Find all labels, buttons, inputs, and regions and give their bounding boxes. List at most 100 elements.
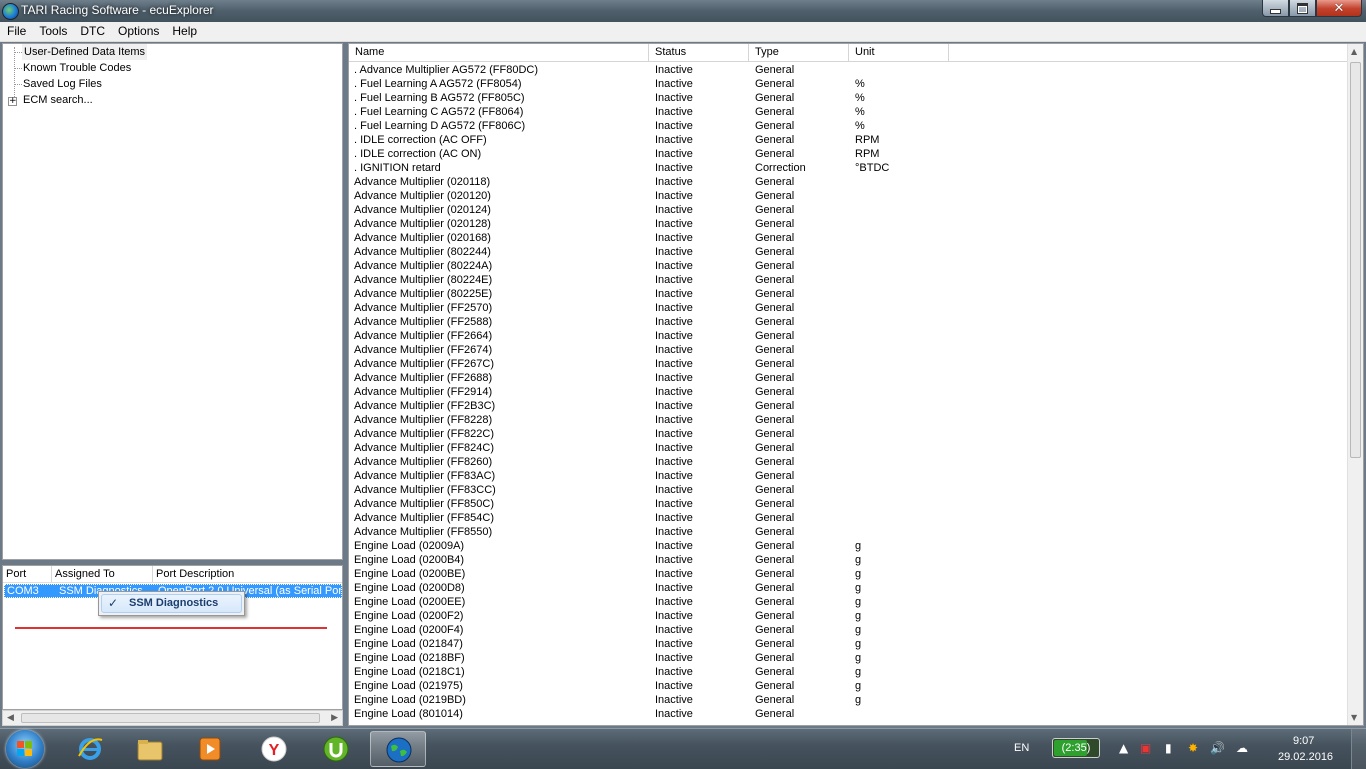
show-desktop-button[interactable] bbox=[1351, 729, 1366, 769]
table-row[interactable]: Advance Multiplier (020124) Inactive Gener… bbox=[349, 203, 1349, 217]
scroll-right-icon[interactable]: ▶ bbox=[331, 713, 338, 723]
language-indicator[interactable]: EN bbox=[1014, 742, 1029, 754]
clock-time[interactable]: 9:07 bbox=[1293, 735, 1314, 747]
start-orb-icon[interactable] bbox=[6, 730, 44, 768]
maximize-button[interactable] bbox=[1289, 0, 1316, 17]
data-items-list[interactable]: Name Status Type Unit . Advance Multipli… bbox=[348, 43, 1364, 726]
unit-cell: g bbox=[855, 624, 862, 636]
tree-item-known-trouble-codes[interactable]: Known Trouble Codes bbox=[23, 60, 131, 76]
table-row[interactable]: Engine Load (0219BD) Inactive General g bbox=[349, 693, 1349, 707]
taskbar-ecuexplorer[interactable] bbox=[370, 731, 426, 767]
table-row[interactable]: Engine Load (02009A) Inactive General g bbox=[349, 539, 1349, 553]
battery-indicator[interactable]: (2:35) bbox=[1052, 738, 1100, 758]
table-row[interactable]: Advance Multiplier (FF850C) Inactive Gener… bbox=[349, 497, 1349, 511]
table-row[interactable]: Advance Multiplier (80224E) Inactive Gener… bbox=[349, 273, 1349, 287]
title-bar[interactable]: TARI Racing Software - ecuExplorer ✕ bbox=[0, 0, 1366, 22]
table-row[interactable]: Advance Multiplier (020168) Inactive Gener… bbox=[349, 231, 1349, 245]
table-row[interactable]: Advance Multiplier (020128) Inactive Gener… bbox=[349, 217, 1349, 231]
table-row[interactable]: Advance Multiplier (FF2674) Inactive Gener… bbox=[349, 343, 1349, 357]
table-row[interactable]: Engine Load (801014) Inactive General bbox=[349, 707, 1349, 721]
table-row[interactable]: Engine Load (0200F2) Inactive General g bbox=[349, 609, 1349, 623]
clock-date[interactable]: 29.02.2016 bbox=[1278, 751, 1333, 763]
close-button[interactable]: ✕ bbox=[1316, 0, 1362, 17]
table-row[interactable]: Advance Multiplier (FF8228) Inactive Gener… bbox=[349, 413, 1349, 427]
column-header-status[interactable]: Status bbox=[649, 44, 749, 61]
menu-file[interactable]: File bbox=[0, 22, 32, 41]
table-row[interactable]: Advance Multiplier (FF267C) Inactive Gener… bbox=[349, 357, 1349, 371]
column-header-type[interactable]: Type bbox=[749, 44, 849, 61]
taskbar-utorrent[interactable] bbox=[308, 731, 364, 767]
table-row[interactable]: Advance Multiplier (FF2914) Inactive Gener… bbox=[349, 385, 1349, 399]
table-row[interactable]: Advance Multiplier (FF2570) Inactive Gener… bbox=[349, 301, 1349, 315]
action-center-icon[interactable]: ✸ bbox=[1188, 741, 1198, 755]
taskbar-media-player[interactable] bbox=[182, 731, 238, 767]
table-row[interactable]: Engine Load (0218BF) Inactive General g bbox=[349, 651, 1349, 665]
minimize-button[interactable] bbox=[1262, 0, 1289, 17]
scroll-left-icon[interactable]: ◀ bbox=[7, 713, 14, 723]
tree-item-ecm-search[interactable]: ECM search... bbox=[23, 92, 93, 108]
table-row[interactable]: Advance Multiplier (020120) Inactive Gener… bbox=[349, 189, 1349, 203]
network-icon[interactable]: ☁ bbox=[1236, 741, 1248, 755]
show-hidden-icons-icon[interactable]: ▲ bbox=[1119, 741, 1128, 755]
network-disconnected-icon[interactable]: ▣ bbox=[1140, 741, 1151, 755]
taskbar-yandex-browser[interactable]: Y bbox=[246, 731, 302, 767]
table-row[interactable]: . IGNITION retard Inactive Correction °BTDC bbox=[349, 161, 1349, 175]
taskbar-internet-explorer[interactable] bbox=[62, 731, 118, 767]
table-row[interactable]: Advance Multiplier (FF2664) Inactive Gener… bbox=[349, 329, 1349, 343]
table-row[interactable]: Advance Multiplier (80225E) Inactive Gener… bbox=[349, 287, 1349, 301]
table-row[interactable]: . Fuel Learning D AG572 (FF806C) Inactive… bbox=[349, 119, 1349, 133]
scroll-up-icon[interactable]: ▲ bbox=[1351, 47, 1357, 56]
table-row[interactable]: Engine Load (0200B4) Inactive General g bbox=[349, 553, 1349, 567]
table-row[interactable]: Advance Multiplier (FF824C) Inactive Gener… bbox=[349, 441, 1349, 455]
table-row[interactable]: Advance Multiplier (FF8260) Inactive Gener… bbox=[349, 455, 1349, 469]
table-row[interactable]: Engine Load (021975) Inactive General g bbox=[349, 679, 1349, 693]
tree-item-saved-log-files[interactable]: Saved Log Files bbox=[23, 76, 102, 92]
scroll-thumb[interactable] bbox=[1350, 62, 1361, 458]
table-row[interactable]: Engine Load (0218C1) Inactive General g bbox=[349, 665, 1349, 679]
battery-tray-icon[interactable]: ▮ bbox=[1165, 741, 1172, 755]
expand-plus-icon[interactable]: + bbox=[8, 97, 17, 106]
table-row[interactable]: . IDLE correction (AC ON) Inactive General… bbox=[349, 147, 1349, 161]
navigation-tree[interactable]: User-Defined Data Items Known Trouble Co… bbox=[2, 43, 343, 560]
column-header-port[interactable]: Port bbox=[3, 566, 52, 582]
table-row[interactable]: Advance Multiplier (FF822C) Inactive Gener… bbox=[349, 427, 1349, 441]
horizontal-scrollbar[interactable]: ◀ ▶ bbox=[2, 710, 343, 726]
table-row[interactable]: . Advance Multiplier AG572 (FF80DC) Inact… bbox=[349, 63, 1349, 77]
unit-cell: g bbox=[855, 680, 862, 692]
table-row[interactable]: . Fuel Learning C AG572 (FF8064) Inactive… bbox=[349, 105, 1349, 119]
scroll-down-icon[interactable]: ▼ bbox=[1351, 713, 1357, 722]
table-row[interactable]: Engine Load (021847) Inactive General g bbox=[349, 637, 1349, 651]
taskbar-file-explorer[interactable] bbox=[122, 731, 178, 767]
volume-icon[interactable]: 🔊 bbox=[1210, 741, 1225, 755]
port-list[interactable]: Port Assigned To Port Description COM3 S… bbox=[2, 565, 343, 710]
table-row[interactable]: Advance Multiplier (FF83AC) Inactive Gener… bbox=[349, 469, 1349, 483]
table-row[interactable]: Engine Load (0200D8) Inactive General g bbox=[349, 581, 1349, 595]
column-header-unit[interactable]: Unit bbox=[849, 44, 949, 61]
table-row[interactable]: Advance Multiplier (FF854C) Inactive Gener… bbox=[349, 511, 1349, 525]
table-row[interactable]: Advance Multiplier (FF2588) Inactive Gener… bbox=[349, 315, 1349, 329]
table-row[interactable]: Advance Multiplier (80224A) Inactive Gener… bbox=[349, 259, 1349, 273]
table-row[interactable]: Advance Multiplier (FF83CC) Inactive Gener… bbox=[349, 483, 1349, 497]
column-header-name[interactable]: Name bbox=[349, 44, 649, 61]
table-row[interactable]: Advance Multiplier (020118) Inactive Gener… bbox=[349, 175, 1349, 189]
vertical-scrollbar[interactable]: ▲ ▼ bbox=[1347, 44, 1363, 725]
table-row[interactable]: Engine Load (0200EE) Inactive General g bbox=[349, 595, 1349, 609]
menu-tools[interactable]: Tools bbox=[32, 22, 73, 41]
column-header-assigned-to[interactable]: Assigned To bbox=[52, 566, 153, 582]
table-row[interactable]: Advance Multiplier (802244) Inactive Gener… bbox=[349, 245, 1349, 259]
menu-item-ssm-diagnostics[interactable]: ✓ SSM Diagnostics bbox=[101, 594, 242, 613]
table-row[interactable]: Advance Multiplier (FF8550) Inactive Gener… bbox=[349, 525, 1349, 539]
table-row[interactable]: Advance Multiplier (FF2B3C) Inactive Gener… bbox=[349, 399, 1349, 413]
table-row[interactable]: Engine Load (0200BE) Inactive General g bbox=[349, 567, 1349, 581]
table-row[interactable]: Advance Multiplier (FF2688) Inactive Gener… bbox=[349, 371, 1349, 385]
menu-dtc[interactable]: DTC bbox=[73, 22, 111, 41]
column-header-port-description[interactable]: Port Description bbox=[153, 566, 343, 582]
menu-options[interactable]: Options bbox=[111, 22, 165, 41]
menu-help[interactable]: Help bbox=[165, 22, 203, 41]
table-row[interactable]: Engine Load (0200F4) Inactive General g bbox=[349, 623, 1349, 637]
table-row[interactable]: . Fuel Learning A AG572 (FF8054) Inactive… bbox=[349, 77, 1349, 91]
tree-item-user-defined-data-items[interactable]: User-Defined Data Items bbox=[22, 44, 148, 60]
table-row[interactable]: . Fuel Learning B AG572 (FF805C) Inactive… bbox=[349, 91, 1349, 105]
table-row[interactable]: . IDLE correction (AC OFF) Inactive Genera… bbox=[349, 133, 1349, 147]
scroll-thumb[interactable] bbox=[21, 713, 320, 723]
